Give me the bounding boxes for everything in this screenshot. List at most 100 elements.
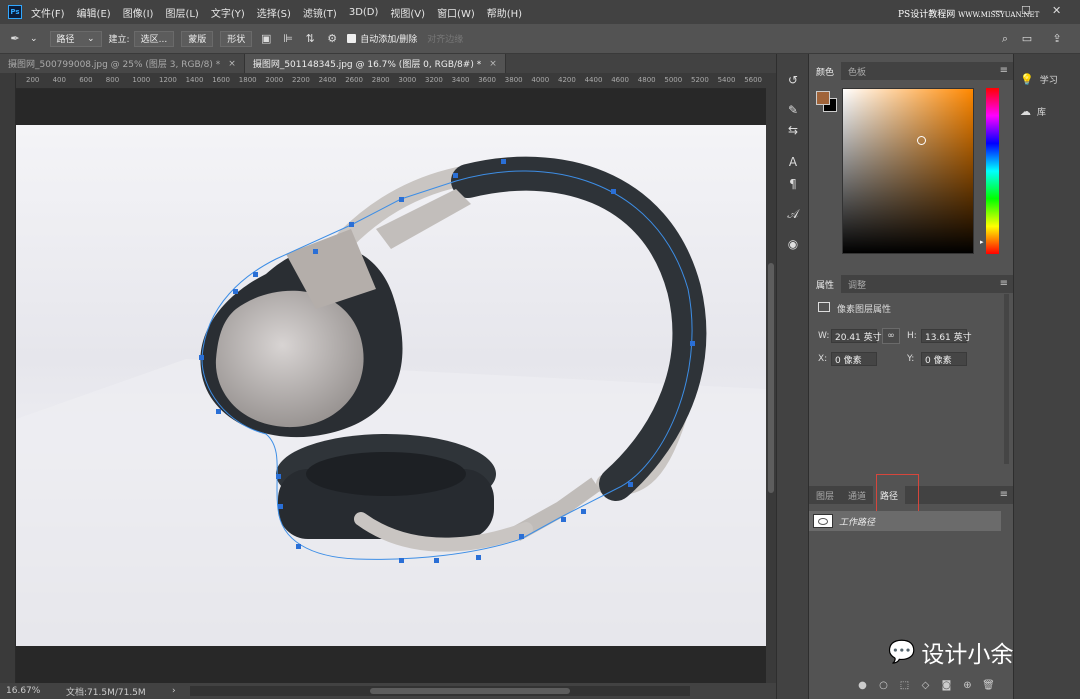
- panel-menu-icon[interactable]: ≡: [1000, 489, 1008, 500]
- width-field[interactable]: 20.41 英寸: [831, 329, 882, 343]
- tab-layers[interactable]: 图层: [809, 486, 841, 504]
- menu-image[interactable]: 图像(I): [123, 5, 154, 20]
- auto-add-delete-checkbox[interactable]: [347, 34, 357, 43]
- align-edges-label[interactable]: 对齐边缘: [427, 32, 463, 45]
- tab-swatches[interactable]: 色板: [841, 62, 873, 80]
- tab-properties[interactable]: 属性: [809, 275, 842, 293]
- path-mode-select[interactable]: 路径 ⌄: [49, 30, 102, 47]
- photoshop-logo-icon[interactable]: Ps: [8, 5, 22, 19]
- stroke-path-icon[interactable]: ○: [878, 680, 889, 691]
- height-label: H:: [907, 331, 917, 341]
- hue-slider[interactable]: [986, 88, 999, 254]
- close-icon[interactable]: ×: [228, 59, 236, 69]
- scrollbar-thumb[interactable]: [370, 688, 570, 694]
- menu-view[interactable]: 视图(V): [390, 5, 425, 20]
- menu-filter[interactable]: 滤镜(T): [303, 5, 337, 20]
- menu-select[interactable]: 选择(S): [257, 5, 291, 20]
- tab-color[interactable]: 颜色: [809, 62, 842, 80]
- search-icon[interactable]: ⌕: [998, 32, 1012, 46]
- properties-scrollbar[interactable]: [1004, 294, 1009, 464]
- menu-3d[interactable]: 3D(D): [349, 7, 379, 18]
- libraries-panel-button[interactable]: ☁ 库: [1020, 101, 1046, 121]
- pixel-layer-icon: [818, 302, 830, 312]
- paragraph-icon[interactable]: ¶: [785, 176, 801, 192]
- horizontal-ruler[interactable]: 200 400 600 800 1000 1200 1400 1600 1800 2000 2200…: [16, 73, 766, 89]
- headphone-photo[interactable]: [16, 89, 766, 683]
- height-field[interactable]: 13.61 英寸: [921, 329, 972, 343]
- horizontal-scrollbar[interactable]: [190, 686, 690, 696]
- vertical-scrollbar[interactable]: [766, 73, 776, 683]
- settings-gear-icon[interactable]: ⚙: [325, 32, 339, 46]
- workspace-icon[interactable]: ▭: [1020, 32, 1034, 46]
- panel-menu-icon[interactable]: ≡: [1000, 65, 1008, 76]
- share-icon[interactable]: ⇪: [1050, 32, 1064, 46]
- path-arrangement-icon[interactable]: ⇅: [303, 32, 317, 46]
- brand-watermark: 💬 设计小余: [888, 635, 1013, 669]
- status-arrow-icon[interactable]: ›: [172, 686, 176, 696]
- learn-panel-button[interactable]: 💡 学习: [1020, 69, 1058, 89]
- work-path-row[interactable]: 工作路径: [809, 511, 1001, 531]
- y-field[interactable]: 0 像素: [921, 352, 967, 366]
- link-icon[interactable]: ∞: [882, 328, 900, 344]
- menu-help[interactable]: 帮助(H): [487, 5, 522, 20]
- color-picker-cursor[interactable]: [917, 136, 926, 145]
- menu-window[interactable]: 窗口(W): [437, 5, 475, 20]
- path-thumbnail: [813, 514, 833, 528]
- ruler-tick-label: 5400: [717, 76, 736, 84]
- make-mask-button[interactable]: 蒙版: [181, 30, 214, 47]
- menu-file[interactable]: 文件(F): [31, 5, 65, 20]
- tool-preset-chevron-icon[interactable]: ⌄: [30, 34, 38, 44]
- tab-channels[interactable]: 通道: [841, 486, 873, 504]
- glyphs-icon[interactable]: 𝒜: [785, 206, 801, 222]
- adjust-sliders-icon[interactable]: ⇆: [785, 122, 801, 138]
- character-icon[interactable]: A: [785, 154, 801, 170]
- add-mask-icon[interactable]: ◙: [941, 680, 952, 691]
- menu-type[interactable]: 文字(Y): [211, 5, 245, 20]
- menu-layer[interactable]: 图层(L): [165, 5, 198, 20]
- tab-document-2[interactable]: 摄图网_501148345.jpg @ 16.7% (图层 0, RGB/8#)…: [244, 54, 506, 73]
- brush-icon[interactable]: ✎: [785, 102, 801, 118]
- tab-adjustments[interactable]: 调整: [841, 275, 873, 293]
- new-path-icon[interactable]: ⊕: [962, 680, 973, 691]
- path-alignment-icon[interactable]: ⊫: [281, 32, 295, 46]
- fill-path-icon[interactable]: ●: [857, 680, 868, 691]
- foreground-color-swatch[interactable]: [816, 91, 830, 105]
- ruler-tick-label: 1800: [238, 76, 257, 84]
- delete-path-icon[interactable]: 🗑: [982, 680, 995, 691]
- pen-tool-icon[interactable]: ✒: [8, 32, 22, 46]
- lightbulb-icon: 💡: [1020, 72, 1034, 86]
- work-path-name[interactable]: 工作路径: [839, 515, 875, 528]
- auto-add-delete-label: 自动添加/删除: [360, 35, 418, 45]
- vertical-ruler[interactable]: [0, 73, 16, 683]
- ruler-tick-label: 1400: [185, 76, 204, 84]
- load-selection-icon[interactable]: ⬚: [899, 680, 910, 691]
- maximize-button[interactable]: ☐: [1021, 4, 1031, 17]
- scrollbar-thumb[interactable]: [768, 263, 774, 493]
- zoom-level[interactable]: 16.67%: [6, 686, 66, 696]
- history-icon[interactable]: ↺: [785, 72, 801, 88]
- x-field[interactable]: 0 像素: [831, 352, 877, 366]
- panel-icon-strip: ↺ ✎ ⇆ A ¶ 𝒜 ◉: [776, 54, 808, 699]
- document-canvas[interactable]: [16, 89, 766, 683]
- panel-menu-icon[interactable]: ≡: [1000, 278, 1008, 289]
- ruler-tick-label: 800: [105, 76, 120, 84]
- tab-document-1[interactable]: 摄图网_500799008.jpg @ 25% (图层 3, RGB/8) * …: [0, 54, 245, 73]
- tab-label: 摄图网_500799008.jpg @ 25% (图层 3, RGB/8) *: [8, 60, 221, 70]
- make-selection-button[interactable]: 选区...: [133, 30, 175, 47]
- close-icon[interactable]: ×: [489, 59, 497, 69]
- make-path-icon[interactable]: ◇: [920, 680, 931, 691]
- paths-footer: ● ○ ⬚ ◇ ◙ ⊕ 🗑: [857, 680, 1004, 691]
- path-operations-icon[interactable]: ▣: [259, 32, 273, 46]
- ruler-tick-label: 3800: [504, 76, 523, 84]
- minimize-button[interactable]: —: [992, 4, 1003, 17]
- hue-slider-pointer-icon[interactable]: ▸: [980, 238, 984, 246]
- properties-panel-tabs: 属性 调整 ≡: [809, 275, 1014, 293]
- color-picker-field[interactable]: [842, 88, 974, 254]
- close-button[interactable]: ✕: [1052, 4, 1061, 17]
- make-shape-button[interactable]: 形状: [220, 30, 253, 47]
- ruler-tick-label: 400: [52, 76, 66, 84]
- wechat-icon: 💬: [888, 639, 916, 665]
- menu-edit[interactable]: 编辑(E): [77, 5, 111, 20]
- ruler-tick-label: 2000: [265, 76, 284, 84]
- 3d-icon[interactable]: ◉: [785, 236, 801, 252]
